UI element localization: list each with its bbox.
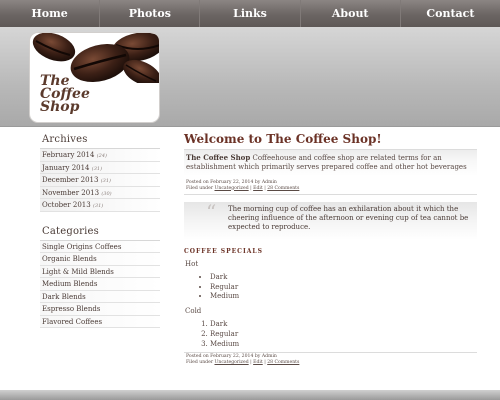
quote-mark-icon: “ [206,200,217,224]
hot-list: Dark Regular Medium [210,273,477,302]
nav-links[interactable]: Links [200,0,301,27]
archive-count: (31) [91,165,103,172]
list-item: Regular [210,283,477,293]
category-link[interactable]: Uncategorized [214,186,248,191]
list-item: Regular [210,330,477,340]
post-intro: The Coffee Shop Coffeehouse and coffee s… [184,149,477,176]
archive-label[interactable]: February 2014 [42,151,94,159]
archive-label[interactable]: November 2013 [42,189,99,197]
top-navigation: Home Photos Links About Contact [0,0,500,27]
edit-link[interactable]: Edit [253,186,263,191]
logo-line-3: Shop [40,99,80,115]
filed-under-label: Filed under [186,359,215,365]
comments-link[interactable]: 28 Comments [267,186,299,191]
archive-count: (24) [96,153,107,159]
archive-label[interactable]: January 2014 [42,164,90,172]
site-header: The Coffee Shop [0,27,500,127]
post-meta-bottom: Posted on February 22, 2014 by Admin Fil… [184,353,477,365]
nav-contact[interactable]: Contact [401,0,500,27]
logo-wordmark: The Coffee Shop [40,74,150,115]
category-item[interactable]: Light & Mild Blends [40,265,160,278]
category-link[interactable]: Uncategorized [214,360,248,365]
comments-link[interactable]: 28 Comments [267,360,299,365]
cold-label: Cold [185,307,202,316]
footer-bar [0,390,500,400]
sidebar: Archives February 2014 (24) January 2014… [40,132,160,328]
archive-item[interactable]: December 2013 (31) [40,174,160,187]
quote-text: The morning cup of coffee has an exhilar… [228,205,469,231]
archive-item[interactable]: January 2014 (31) [40,161,160,174]
post-meta: Posted on February 22, 2014 by Admin Fil… [184,176,477,191]
nav-about[interactable]: About [301,0,401,27]
specials-heading: COFFEE SPECIALS [184,248,263,255]
category-item[interactable]: Dark Blends [40,290,160,303]
archives-heading: Archives [40,132,160,149]
category-item[interactable]: Flavored Coffees [40,315,160,328]
nav-photos[interactable]: Photos [100,0,201,27]
archive-label[interactable]: December 2013 [42,176,98,184]
main-content: Welcome to The Coffee Shop! The Coffee S… [184,132,477,365]
filed-under-label: Filed under [186,185,215,191]
hot-label: Hot [185,260,199,268]
archive-label[interactable]: October 2013 [42,201,91,209]
archives-list: February 2014 (24) January 2014 (31) Dec… [40,149,160,212]
archive-item[interactable]: October 2013 (31) [40,199,160,212]
categories-list: Single Origins Coffees Organic Blends Li… [40,240,160,328]
site-logo[interactable]: The Coffee Shop [29,32,160,123]
category-item[interactable]: Medium Blends [40,278,160,291]
archive-count: (31) [100,178,111,184]
divider [184,194,477,195]
category-item[interactable]: Organic Blends [40,253,160,266]
list-item: Dark [210,273,477,283]
archive-count: (31) [92,203,104,209]
archive-count: (30) [101,190,112,197]
categories-heading: Categories [40,224,160,241]
category-item[interactable]: Espresso Blends [40,303,160,316]
archive-item[interactable]: November 2013 (30) [40,186,160,199]
intro-bold: The Coffee Shop [186,153,251,162]
list-item: Medium [210,292,477,302]
cold-list: Dark Regular Medium [210,320,477,349]
post-title[interactable]: Welcome to The Coffee Shop! [184,132,477,149]
nav-home[interactable]: Home [0,0,101,27]
category-item[interactable]: Single Origins Coffees [40,240,160,253]
blockquote: “ The morning cup of coffee has an exhil… [184,202,477,240]
list-item: Medium [210,340,477,350]
list-item: Dark [210,320,477,330]
edit-link[interactable]: Edit [253,360,263,365]
archive-item[interactable]: February 2014 (24) [40,149,160,162]
